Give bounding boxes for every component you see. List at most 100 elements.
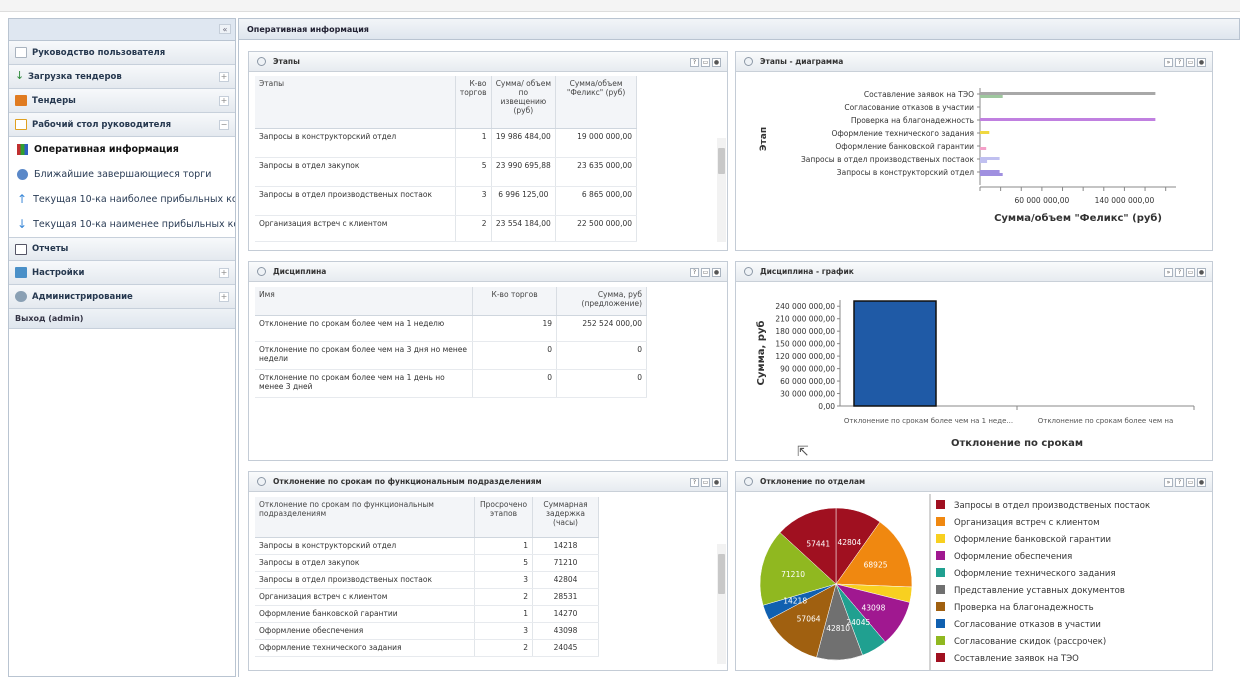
collapse-panel-icon[interactable] [257,57,266,66]
collapse-sidebar-button[interactable]: « [219,24,231,34]
sidebar-section-label: Загрузка тендеров [28,71,122,82]
sidebar-section-label: Отчеты [32,244,69,254]
minimize-icon[interactable]: ▭ [1186,58,1195,67]
close-icon[interactable]: ● [1197,58,1206,67]
col-header: К-во торгов [455,76,492,129]
table-row[interactable]: Оформление банковской гарантии 1 14270 [255,605,599,623]
mouse-cursor-icon: ⇱ [797,444,809,460]
table-row[interactable]: Запросы в конструкторский отдел 1 19 986 4… [255,128,637,158]
minimize-icon[interactable]: ▭ [701,268,710,277]
table-row[interactable]: Запросы в отдел закупок 5 23 990 695,88 23 … [255,157,637,187]
collapse-panel-icon[interactable] [257,267,266,276]
table-row[interactable]: Оформление обеспечения 3 43098 [255,622,599,640]
legend-label: Согласование отказов в участии [954,620,1101,630]
y-tick-label: Составление заявок на ТЭО [864,90,974,99]
table-row[interactable]: Запросы в отдел производственых постаок 3… [255,571,599,589]
cell: 2 [474,639,534,657]
bar [980,170,1000,173]
minimize-icon[interactable]: ▭ [1186,478,1195,487]
close-icon[interactable]: ● [1197,268,1206,277]
sidebar-section-manual[interactable]: Руководство пользователя [9,41,235,65]
cell: 0 [472,341,558,370]
sidebar-item-operational-info[interactable]: Оперативная информация [9,137,235,162]
collapse-panel-icon[interactable] [257,477,266,486]
cell: 252 524 000,00 [556,315,647,342]
close-icon[interactable]: ● [1197,478,1206,487]
col-header: Отклонение по срокам по функциональным п… [255,497,476,538]
table-row[interactable]: Отклонение по срокам более чем на 3 дня … [255,341,647,370]
sidebar-item-closing-tenders[interactable]: Ближайшие завершающиеся торги [9,162,235,187]
sidebar-section-tenders[interactable]: Тендеры + [9,89,235,113]
reports-icon [15,243,27,255]
help-icon[interactable]: ? [1175,478,1184,487]
table-scrollbar[interactable] [717,544,726,664]
browser-top-strip [0,0,1240,12]
sidebar-section-label: Администрирование [32,291,133,302]
cell: Запросы в отдел закупок [255,554,476,572]
cell: 6 996 125,00 [491,186,557,216]
minimize-icon[interactable]: ▭ [1186,268,1195,277]
legend-label: Организация встреч с клиентом [954,518,1100,528]
sidebar-section-upload[interactable]: ↓ Загрузка тендеров + [9,65,235,89]
minimize-icon[interactable]: ▭ [701,58,710,67]
close-icon[interactable]: ● [712,58,721,67]
table-row[interactable]: Отклонение по срокам более чем на 1 неде… [255,315,647,342]
refresh-icon[interactable]: » [1164,478,1173,487]
sidebar-section-reports[interactable]: Отчеты [9,237,235,261]
legend-label: Представление уставных документов [954,586,1125,596]
scrollbar-thumb[interactable] [718,148,725,174]
sidebar-item-top-profitable[interactable]: ↑ Текущая 10-ка наиболее прибыльных ко [9,187,235,212]
expand-icon[interactable]: + [219,292,229,302]
collapse-panel-icon[interactable] [744,57,753,66]
sidebar-section-admin[interactable]: Администрирование + [9,285,235,309]
deviation-table: Отклонение по срокам по функциональным п… [255,497,599,657]
legend-swatch [936,636,945,645]
cell: 22 500 000,00 [555,215,637,242]
close-icon[interactable]: ● [712,268,721,277]
x-tick-label: 140 000 000,00 [1095,196,1155,205]
panel-title: Этапы - диаграмма [760,57,844,66]
main-title: Оперативная информация [238,18,1240,40]
expand-icon[interactable]: + [219,96,229,106]
sidebar-section-settings[interactable]: Настройки + [9,261,235,285]
table-row[interactable]: Организация встреч с клиентом 2 28531 [255,588,599,606]
table-row[interactable]: Запросы в отдел закупок 5 71210 [255,554,599,572]
expand-icon[interactable]: + [219,268,229,278]
help-icon[interactable]: ? [690,58,699,67]
table-row[interactable]: Оформление технического задания 2 24045 [255,639,599,657]
refresh-icon[interactable]: » [1164,58,1173,67]
sidebar-item-least-profitable[interactable]: ↓ Текущая 10-ка наименее прибыльных ко [9,212,235,237]
panel-header: Отклонение по срокам по функциональным п… [249,472,727,492]
admin-icon [15,291,27,302]
panel-tools: ? ▭ ● [690,478,721,487]
pie-value-label: 57441 [806,540,830,549]
help-icon[interactable]: ? [690,478,699,487]
table-row[interactable]: Организация встреч с клиентом 2 23 554 184… [255,215,637,242]
legend-swatch [936,517,945,526]
collapse-panel-icon[interactable] [744,477,753,486]
help-icon[interactable]: ? [1175,268,1184,277]
logout-link[interactable]: Выход (admin) [9,309,235,329]
expand-icon[interactable]: + [219,72,229,82]
minimize-icon[interactable]: ▭ [701,478,710,487]
panel-header: Этапы ? ▭ ● [249,52,727,72]
legend-label: Оформление банковской гарантии [954,535,1111,545]
sidebar: « Руководство пользователя ↓ Загрузка те… [8,18,236,677]
close-icon[interactable]: ● [712,478,721,487]
collapse-panel-icon[interactable] [744,267,753,276]
clock-icon [17,169,28,180]
bar [980,147,987,150]
bar [980,157,1000,160]
sidebar-item-label: Текущая 10-ка наименее прибыльных ко [33,219,235,230]
collapse-icon[interactable]: − [219,120,229,130]
table-row[interactable]: Отклонение по срокам более чем на 1 день… [255,369,647,398]
table-row[interactable]: Запросы в конструкторский отдел 1 14218 [255,537,599,555]
help-icon[interactable]: ? [1175,58,1184,67]
scrollbar-thumb[interactable] [718,554,725,594]
cell: Организация встреч с клиентом [255,215,456,242]
table-scrollbar[interactable] [717,138,726,242]
refresh-icon[interactable]: » [1164,268,1173,277]
help-icon[interactable]: ? [690,268,699,277]
table-row[interactable]: Запросы в отдел производственых постаок 3… [255,186,637,216]
sidebar-section-manager-desk[interactable]: Рабочий стол руководителя − [9,113,235,137]
